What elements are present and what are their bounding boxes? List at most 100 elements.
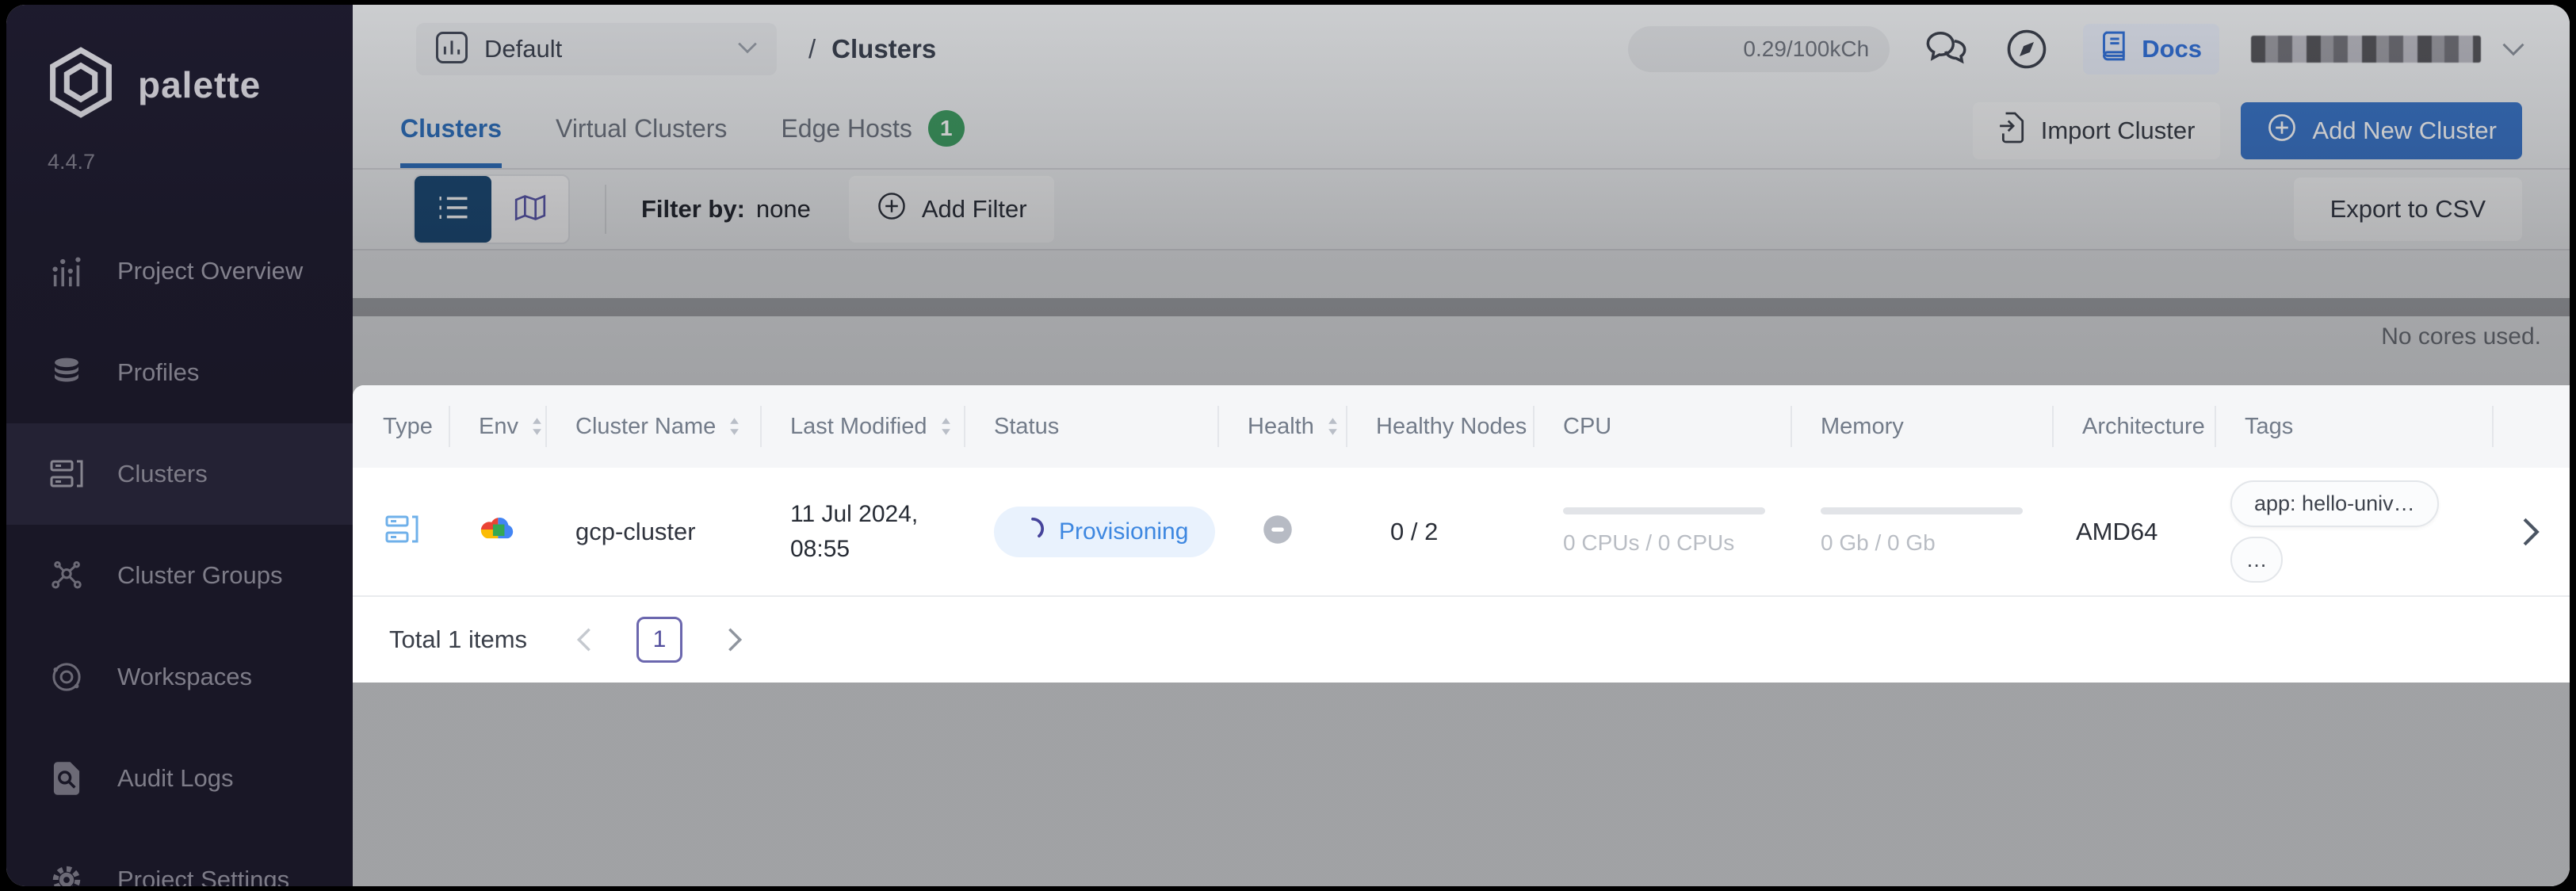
cell-type xyxy=(353,511,449,553)
export-to-csv-label: Export to CSV xyxy=(2330,195,2486,224)
pagination-next-icon[interactable] xyxy=(727,627,743,652)
tab-clusters[interactable]: Clusters xyxy=(400,94,502,168)
add-new-cluster-label: Add New Cluster xyxy=(2312,117,2497,145)
map-view-button[interactable] xyxy=(491,176,568,243)
app-version: 4.4.7 xyxy=(48,150,353,174)
sidebar: palette 4.4.7 Project Over xyxy=(6,5,353,886)
sidebar-item-label: Profiles xyxy=(117,358,199,387)
column-label: Tags xyxy=(2245,414,2293,440)
filter-bar: Filter by: none Add Filter Export to CSV xyxy=(353,170,2570,250)
table-row[interactable]: gcp-cluster 11 Jul 2024, 08:55 xyxy=(353,468,2570,595)
column-label: Last Modified xyxy=(790,414,927,440)
modified-time: 08:55 xyxy=(790,532,918,567)
export-to-csv-button[interactable]: Export to CSV xyxy=(2294,178,2522,241)
cell-last-modified: 11 Jul 2024, 08:55 xyxy=(760,497,964,566)
user-menu-chevron-icon[interactable] xyxy=(2501,42,2525,56)
orbit-icon xyxy=(46,659,87,695)
network-nodes-icon xyxy=(46,557,87,594)
column-label: Memory xyxy=(1821,414,1904,440)
column-header-cluster-name[interactable]: Cluster Name xyxy=(545,385,760,468)
cell-health xyxy=(1217,514,1346,549)
add-filter-label: Add Filter xyxy=(922,195,1027,224)
sidebar-item-project-overview[interactable]: Project Overview xyxy=(6,220,353,322)
column-header-health[interactable]: Health xyxy=(1217,385,1346,468)
docs-link[interactable]: Docs xyxy=(2083,24,2219,75)
user-name-redacted[interactable] xyxy=(2251,36,2481,63)
audit-log-icon xyxy=(46,760,87,797)
column-header-cpu[interactable]: CPU xyxy=(1533,385,1791,468)
column-label: Type xyxy=(383,414,433,440)
palette-logo-icon xyxy=(44,46,117,123)
list-view-button[interactable] xyxy=(415,176,491,243)
divider xyxy=(605,185,606,234)
screen-frame: palette 4.4.7 Project Over xyxy=(0,0,2576,891)
sidebar-item-clusters[interactable]: Clusters xyxy=(6,423,353,525)
column-header-status[interactable]: Status xyxy=(964,385,1217,468)
sidebar-item-profiles[interactable]: Profiles xyxy=(6,322,353,423)
breadcrumb-current: Clusters xyxy=(831,34,936,64)
filter-by-label: Filter by: xyxy=(641,195,745,224)
column-header-type[interactable]: Type xyxy=(353,385,449,468)
tag-pill[interactable]: app: hello-univ… xyxy=(2230,480,2439,527)
row-chevron-right-icon[interactable] xyxy=(2492,517,2570,547)
tab-edge-hosts[interactable]: Edge Hosts 1 xyxy=(781,94,964,168)
memory-usage-bar xyxy=(1821,507,2023,514)
status-label: Provisioning xyxy=(1059,518,1188,545)
sidebar-item-label: Project Settings xyxy=(117,866,289,886)
sidebar-item-project-settings[interactable]: Project Settings xyxy=(6,829,353,886)
cell-status: Provisioning xyxy=(964,507,1217,557)
bar-chart-icon xyxy=(46,252,87,290)
sort-icon xyxy=(940,417,952,436)
health-unknown-icon xyxy=(1262,514,1294,549)
sort-icon xyxy=(728,417,740,436)
cell-cluster-name[interactable]: gcp-cluster xyxy=(545,518,760,546)
memory-usage-label: 0 Gb / 0 Gb xyxy=(1821,530,1936,556)
clusters-table-card: Type Env Cluster Name Last Modified xyxy=(353,385,2570,683)
compass-icon[interactable] xyxy=(2005,28,2048,71)
tab-virtual-clusters[interactable]: Virtual Clusters xyxy=(556,94,727,168)
import-cluster-label: Import Cluster xyxy=(2041,117,2196,145)
project-selector-value: Default xyxy=(484,35,562,63)
cluster-name: gcp-cluster xyxy=(575,518,696,546)
column-header-env[interactable]: Env xyxy=(449,385,545,468)
architecture-value: AMD64 xyxy=(2076,518,2157,546)
modified-date: 11 Jul 2024, xyxy=(790,497,918,532)
tab-label: Virtual Clusters xyxy=(556,114,727,143)
column-label: CPU xyxy=(1563,414,1611,440)
column-header-last-modified[interactable]: Last Modified xyxy=(760,385,964,468)
view-toggle xyxy=(413,174,570,244)
import-cluster-button[interactable]: Import Cluster xyxy=(1973,102,2221,159)
pagination-page-1[interactable]: 1 xyxy=(636,617,682,663)
gcp-icon xyxy=(479,513,520,550)
column-header-memory[interactable]: Memory xyxy=(1791,385,2052,468)
column-header-healthy-nodes[interactable]: Healthy Nodes xyxy=(1346,385,1533,468)
plus-circle-icon xyxy=(2266,112,2298,150)
status-badge: Provisioning xyxy=(994,507,1215,557)
project-selector[interactable]: Default xyxy=(416,23,777,75)
table-footer: Total 1 items 1 xyxy=(353,595,2570,683)
column-header-tags[interactable]: Tags xyxy=(2215,385,2492,468)
sort-icon xyxy=(531,417,543,436)
sidebar-item-cluster-groups[interactable]: Cluster Groups xyxy=(6,525,353,626)
import-icon xyxy=(1998,111,2027,151)
add-new-cluster-button[interactable]: Add New Cluster xyxy=(2241,102,2522,159)
chat-icon[interactable] xyxy=(1924,29,1970,69)
add-filter-button[interactable]: Add Filter xyxy=(849,176,1054,243)
palette-app: palette 4.4.7 Project Over xyxy=(6,5,2570,886)
pagination-prev-icon[interactable] xyxy=(576,627,592,652)
sidebar-item-audit-logs[interactable]: Audit Logs xyxy=(6,728,353,829)
cores-usage-strip xyxy=(353,298,2570,316)
cell-env xyxy=(449,513,545,550)
column-header-architecture[interactable]: Architecture xyxy=(2052,385,2215,468)
sidebar-item-workspaces[interactable]: Workspaces xyxy=(6,626,353,728)
cpu-usage-label: 0 CPUs / 0 CPUs xyxy=(1563,530,1734,556)
list-view-icon xyxy=(437,193,470,226)
content-region: No cores used. Type Env Cluster Name xyxy=(353,250,2570,886)
more-tags-button[interactable]: … xyxy=(2230,537,2283,583)
cell-architecture: AMD64 xyxy=(2052,518,2215,546)
database-icon xyxy=(46,354,87,391)
breadcrumb-separator: / xyxy=(808,34,816,64)
tab-label: Edge Hosts xyxy=(781,114,912,143)
filter-by-value: none xyxy=(756,195,811,224)
tab-label: Clusters xyxy=(400,114,502,143)
